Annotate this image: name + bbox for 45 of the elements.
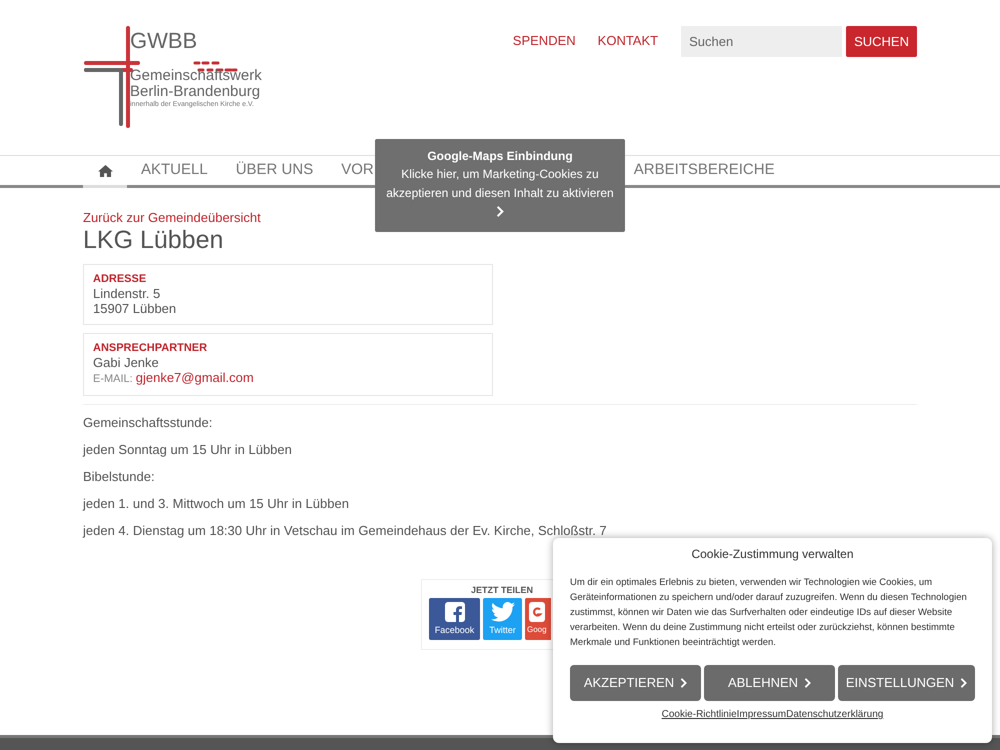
schedule-text: jeden 4. Dienstag um 18:30 Uhr in Vetschau im Gemeindehaus der Ev. Kirche, Schloßstr. 7 (83, 522, 608, 538)
share-button[interactable]: Facebook (429, 598, 480, 640)
cookie-button[interactable]: EINSTELLUNGEN (838, 665, 975, 701)
card-heading: ADRESSE (93, 272, 148, 286)
cookie-link[interactable]: Impressum (736, 708, 786, 721)
search-field[interactable]: Suchen (681, 26, 842, 57)
card-heading: ANSPRECHPARTNER (93, 341, 208, 355)
logo-name: Gemeinschaftswerk (130, 68, 263, 84)
top-link[interactable]: SPENDEN (512, 26, 576, 56)
cookie-button[interactable]: ABLEHNEN (704, 665, 835, 701)
logo-name: Berlin-Brandenburg (130, 84, 262, 100)
share-button[interactable]: Goog (525, 598, 551, 640)
nav-tab[interactable]: ÜBER UNS (222, 156, 328, 185)
google-icon (529, 602, 545, 622)
share-button[interactable]: Twitter (483, 598, 522, 640)
cookie-link[interactable]: Datenschutzerklärung (786, 708, 884, 721)
logo-abbreviation: GWBB (130, 27, 198, 55)
nav-tab[interactable]: AKTUELL (127, 156, 222, 185)
schedule-text: jeden Sonntag um 15 Uhr in Lübben (83, 442, 293, 458)
home-icon (98, 164, 112, 176)
address-line: Lindenstr. 5 (93, 287, 162, 301)
overlay-text: Klicke hier, um Marketing-Cookies zu akzeptieren und diesen Inhalt zu aktivieren (385, 166, 615, 202)
chevron-icon (680, 678, 688, 688)
page-title: LKG Lübben (83, 225, 224, 255)
bird-icon (490, 602, 514, 622)
schedule-text: Bibelstunde: (83, 468, 156, 484)
email-link[interactable]: gjenke7@gmail.com (136, 370, 254, 385)
cookie-button[interactable]: AKZEPTIEREN (570, 665, 701, 701)
cookie-link[interactable]: Cookie-Richtlinie (662, 708, 737, 721)
address-line: 15907 Lübben (93, 302, 178, 316)
cookie-title: Cookie-Zustimmung verwalten (690, 546, 855, 563)
contact-name: Gabi Jenke (93, 356, 160, 370)
schedule-text: Gemeinschaftsstunde: (83, 414, 214, 430)
search-button[interactable]: SUCHEN (846, 26, 917, 57)
schedule-text: jeden 1. und 3. Mittwoch um 15 Uhr in Lübben (83, 496, 350, 512)
chevron-icon (496, 206, 504, 217)
overlay-title: Google-Maps Einbindung (427, 149, 573, 164)
maps-consent-overlay[interactable]: Google-Maps Einbindung Klicke hier, um Marketing-Cookies zu akzeptieren und diesen Inhalt zu aktivieren (375, 139, 625, 232)
cookie-text: Um dir ein optimales Erlebnis zu bieten, verwenden wir Technologien wie Cookies, um Geräteinformationen zu speichern und/oder darauf zuzugreifen. Wenn du diesen Technologien zustimmst, können wir Daten wie das Surfverhalten oder eindeutige IDs auf dieser Website verarbeiten. Wenn du deine Zustimmung nicht erteilst oder zurückziehst, können bestimmte Merkmale und Funktionen beeinträchtigt werden. (570, 576, 968, 650)
top-link[interactable]: KONTAKT (598, 26, 658, 56)
facebook-icon (444, 602, 464, 622)
chevron-icon (960, 678, 968, 688)
email-label: E-MAIL: (93, 372, 133, 387)
chevron-icon (804, 678, 812, 688)
share-heading: JETZT TEILEN (471, 584, 534, 596)
